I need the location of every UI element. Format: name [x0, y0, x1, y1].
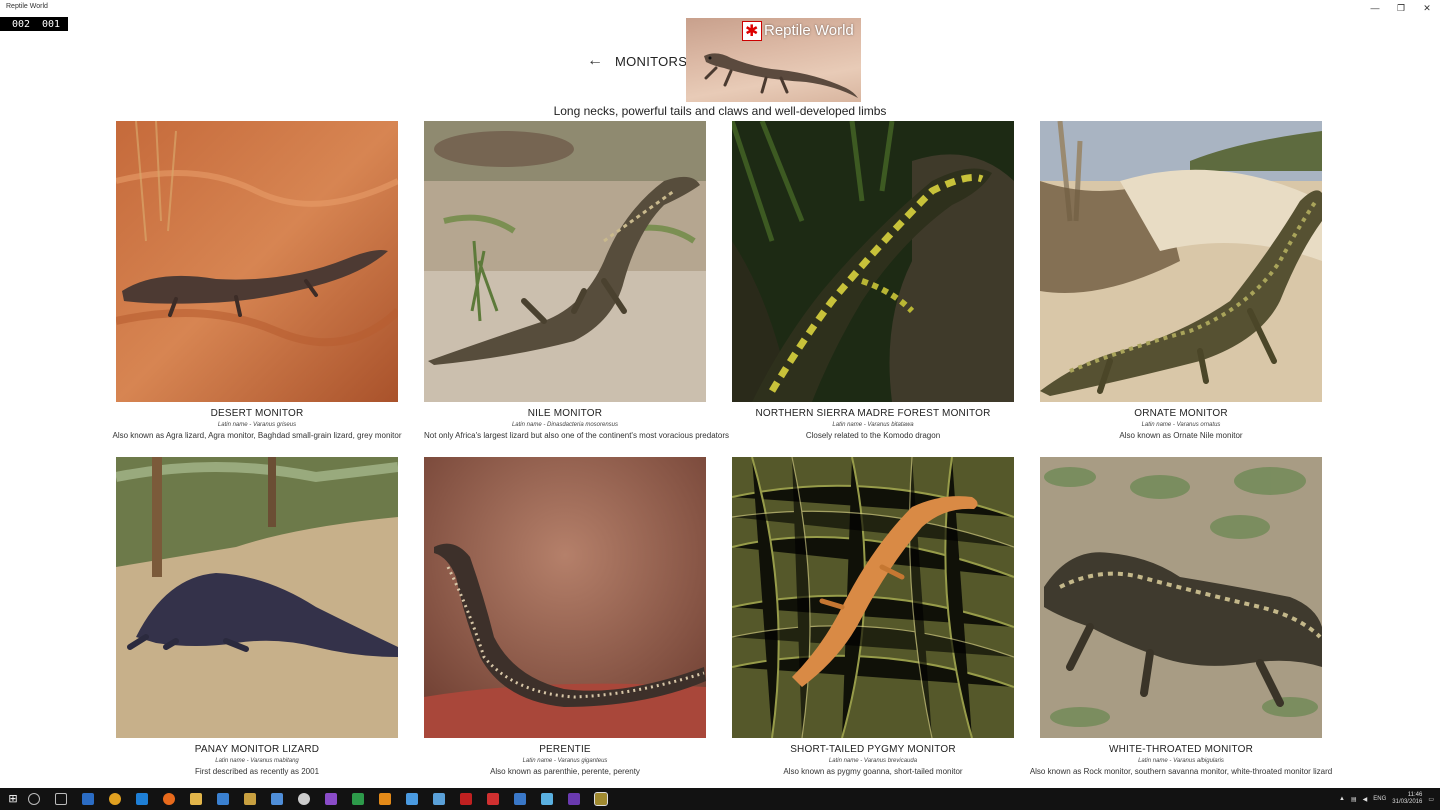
media-app-icon[interactable] — [297, 793, 310, 805]
card-description: Not only Africa's largest lizard but als… — [424, 431, 729, 440]
white-throated-monitor-photo[interactable] — [1040, 457, 1322, 738]
taskbar: ⊞ ▲ ▤ ◀ ENG 11:46 31/03/2016 ▭ — [0, 788, 1440, 810]
card-description: Also known as pygmy goanna, short-tailed… — [783, 767, 963, 776]
volume-icon[interactable]: ◀ — [1363, 796, 1368, 803]
card-latin-name: Latin name - Varanus giganteus — [522, 758, 608, 764]
arrow-left-icon: ← — [587, 52, 603, 69]
logo-lizard-image — [704, 53, 858, 98]
window-controls: — ❐ ✕ — [1362, 0, 1440, 16]
card-latin-name: Latin name - Varanus mabitang — [215, 758, 299, 764]
excel-app-icon[interactable] — [351, 793, 364, 805]
card-latin-name: Latin name - Varanus brevicauda — [828, 758, 918, 764]
card-name: PANAY MONITOR LIZARD — [194, 744, 320, 755]
reptile-world-app-icon[interactable] — [593, 792, 608, 806]
app-icon-11[interactable] — [432, 793, 445, 805]
page-header: ← MONITORS Reptile World — [0, 18, 1440, 102]
back-button[interactable]: ← — [587, 52, 603, 70]
title-bar: Reptile World — ❐ ✕ — [0, 0, 1440, 16]
chrome-app-icon[interactable] — [108, 793, 121, 805]
nile-monitor-photo[interactable] — [424, 121, 706, 402]
file-explorer-icon[interactable] — [189, 793, 202, 805]
card-description: Also known as Agra lizard, Agra monitor,… — [112, 431, 402, 440]
acrobat-app-icon[interactable] — [486, 793, 499, 805]
mail-app-icon[interactable] — [216, 793, 229, 805]
vlc-app-icon[interactable] — [378, 793, 391, 805]
card-name: PERENTIE — [539, 744, 591, 755]
visual-studio-icon[interactable] — [324, 793, 337, 805]
card-description: Also known as Rock monitor, southern sav… — [1029, 767, 1333, 776]
ornate-monitor-photo[interactable] — [1040, 121, 1322, 402]
store-app-icon[interactable] — [81, 793, 94, 805]
card-latin-name: Latin name - Varanus griseus — [217, 422, 297, 428]
firefox-app-icon[interactable] — [162, 793, 175, 805]
page-subtitle: Long necks, powerful tails and claws and… — [553, 104, 887, 118]
short-tailed-pygmy-monitor-photo[interactable] — [732, 457, 1014, 738]
card-description: Also known as Ornate Nile monitor — [1119, 431, 1243, 440]
maximize-button[interactable]: ❐ — [1388, 0, 1414, 16]
card-description: Closely related to the Komodo dragon — [805, 431, 941, 440]
app-icon-14[interactable] — [513, 793, 526, 805]
clock-date: 31/03/2016 — [1392, 799, 1423, 805]
card-description: Also known as parenthie, perente, perent… — [490, 767, 640, 776]
minimize-button[interactable]: — — [1362, 0, 1388, 16]
card-name: NILE MONITOR — [527, 408, 603, 419]
windows-start-icon[interactable]: ⊞ — [6, 792, 20, 806]
card-name: WHITE-THROATED MONITOR — [1108, 744, 1254, 755]
northern-sierra-madre-monitor-photo[interactable] — [732, 121, 1014, 402]
close-button[interactable]: ✕ — [1414, 0, 1440, 16]
card-latin-name: Latin name - Dinasdacteria mosorensus — [511, 422, 619, 428]
card-latin-name: Latin name - Varanus bitatawa — [832, 422, 914, 428]
clock[interactable]: 11:46 31/03/2016 — [1392, 792, 1422, 806]
desert-monitor-photo[interactable] — [116, 121, 398, 402]
system-tray: ▲ ▤ ◀ ENG 11:46 31/03/2016 ▭ — [1339, 788, 1434, 810]
edge-app-icon[interactable] — [135, 793, 148, 805]
app-logo: Reptile World — [686, 18, 861, 102]
task-view-icon[interactable] — [54, 793, 67, 805]
panay-monitor-photo[interactable] — [116, 457, 398, 738]
network-icon[interactable]: ▤ — [1351, 796, 1357, 803]
photos-app-icon[interactable] — [270, 793, 283, 805]
clock-time: 11:46 — [1407, 792, 1423, 798]
folder-app-icon[interactable] — [243, 793, 256, 805]
card-description: First described as recently as 2001 — [194, 767, 320, 776]
card-name: NORTHERN SIERRA MADRE FOREST MONITOR — [755, 408, 991, 419]
logo-badge-icon — [742, 21, 762, 41]
card-name: DESERT MONITOR — [210, 408, 304, 419]
card-latin-name: Latin name - Varanus albigularis — [1138, 758, 1224, 764]
app-icon-15[interactable] — [540, 793, 553, 805]
app-icon-12[interactable] — [459, 793, 472, 805]
search-icon[interactable] — [27, 793, 40, 805]
perentie-photo[interactable] — [424, 457, 706, 738]
card-latin-name: Latin name - Varanus ornatus — [1141, 422, 1221, 428]
language-indicator[interactable]: ENG — [1373, 796, 1386, 802]
card-name: ORNATE MONITOR — [1134, 408, 1228, 419]
notifications-icon[interactable]: ▭ — [1428, 796, 1434, 803]
app-icon-10[interactable] — [405, 793, 418, 805]
window-title: Reptile World — [6, 3, 48, 10]
page-title: MONITORS — [615, 54, 688, 69]
app-icon-16[interactable] — [567, 793, 580, 805]
logo-text: Reptile World — [764, 22, 854, 39]
card-name: SHORT-TAILED PYGMY MONITOR — [790, 744, 956, 755]
chevron-up-icon[interactable]: ▲ — [1339, 796, 1345, 802]
